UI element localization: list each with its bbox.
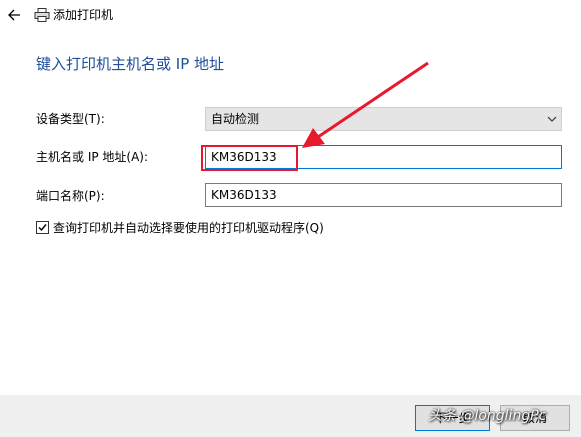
port-name-label: 端口名称(P):	[36, 189, 105, 203]
checkmark-icon	[38, 224, 47, 232]
hostname-label: 主机名或 IP 地址(A):	[36, 150, 149, 164]
back-button[interactable]	[4, 4, 26, 26]
port-name-input[interactable]	[205, 183, 562, 207]
window-title: 添加打印机	[53, 8, 114, 22]
hostname-input[interactable]	[205, 145, 562, 169]
device-type-select[interactable]: 自动检测	[205, 107, 562, 131]
chevron-down-icon	[547, 116, 557, 122]
page-heading: 键入打印机主机名或 IP 地址	[36, 55, 225, 73]
query-driver-checkbox[interactable]	[36, 221, 49, 234]
arrow-left-icon	[8, 9, 20, 21]
title-bar: 添加打印机	[0, 0, 581, 30]
device-type-label: 设备类型(T):	[36, 112, 105, 126]
query-driver-label[interactable]: 查询打印机并自动选择要使用的打印机驱动程序(Q)	[53, 221, 324, 235]
watermark: 头条 @longlingPc	[428, 408, 547, 424]
printer-icon	[34, 8, 50, 22]
device-type-value: 自动检测	[211, 112, 260, 126]
